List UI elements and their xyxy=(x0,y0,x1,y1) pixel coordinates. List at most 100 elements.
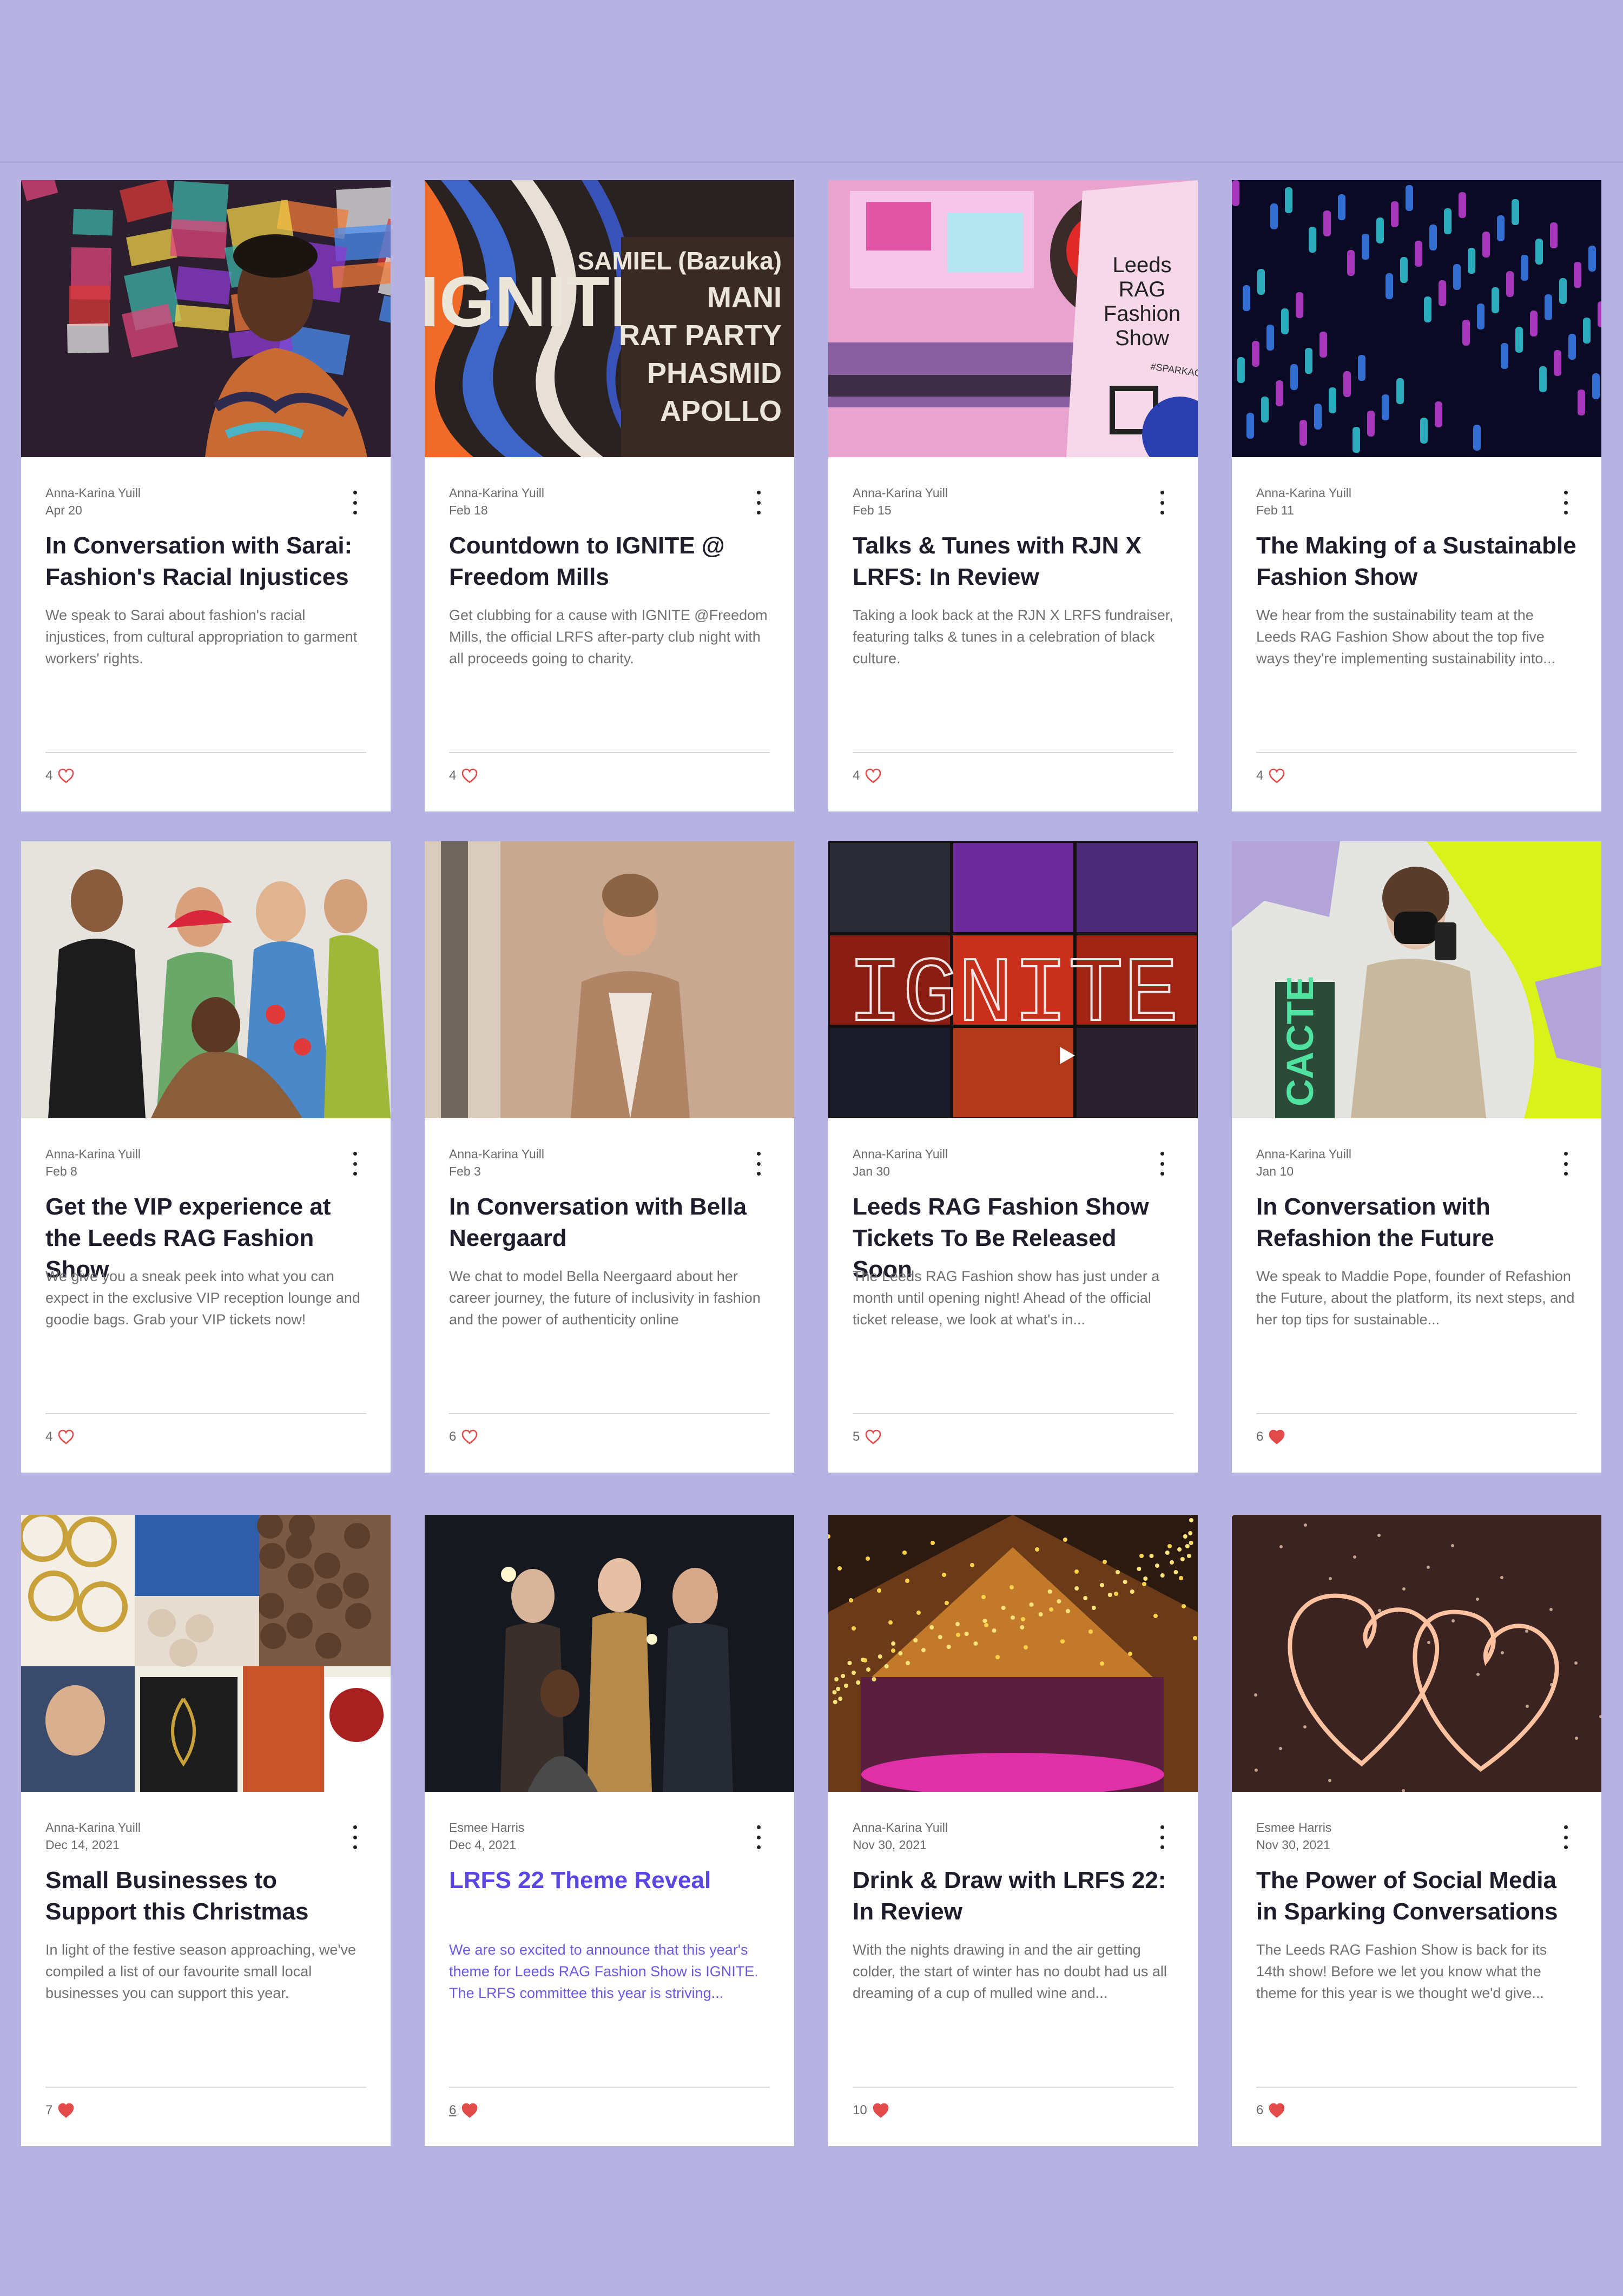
post-title[interactable]: In Conversation with Refashion the Futur… xyxy=(1256,1191,1577,1254)
heart-outline-icon[interactable] xyxy=(461,768,478,783)
post-cover-image[interactable]: Leeds RAG Fashion Show #SPARKACONVERSATION xyxy=(828,180,1198,457)
post-excerpt[interactable]: In light of the festive season approachi… xyxy=(45,1939,366,2004)
post-excerpt[interactable]: We speak to Sarai about fashion's racial… xyxy=(45,604,366,669)
more-actions-icon[interactable] xyxy=(1558,491,1574,514)
like-button[interactable]: 4 xyxy=(449,768,478,783)
card-divider xyxy=(1256,2087,1577,2088)
post-author[interactable]: Anna-Karina Yuill xyxy=(449,1145,544,1163)
heart-outline-icon[interactable] xyxy=(865,768,881,783)
post-meta: Esmee Harris Dec 4, 2021 xyxy=(449,1819,524,1853)
post-author[interactable]: Esmee Harris xyxy=(449,1819,524,1836)
post-card[interactable]: IGNITE SAMIEL (Bazuka) MANI RAT PARTY PHASMI… xyxy=(425,180,794,811)
post-excerpt[interactable]: We hear from the sustainability team at … xyxy=(1256,604,1577,669)
svg-text:SAMIEL (Bazuka): SAMIEL (Bazuka) xyxy=(578,247,782,275)
heart-filled-icon[interactable] xyxy=(1269,1429,1285,1444)
like-button[interactable]: 10 xyxy=(853,2103,889,2118)
post-author[interactable]: Anna-Karina Yuill xyxy=(853,1145,948,1163)
post-cover-image[interactable] xyxy=(21,180,391,457)
like-button[interactable]: 6 xyxy=(1256,2103,1285,2118)
post-card[interactable]: Anna-Karina Yuill Dec 14, 2021 Small Bus… xyxy=(21,1515,391,2146)
post-title[interactable]: In Conversation with Sarai: Fashion's Ra… xyxy=(45,530,366,593)
post-card[interactable]: Anna-Karina Yuill Feb 11 The Making of a… xyxy=(1232,180,1601,811)
post-excerpt[interactable]: We chat to model Bella Neergaard about h… xyxy=(449,1265,770,1330)
post-card[interactable]: Anna-Karina Yuill Apr 20 In Conversation… xyxy=(21,180,391,811)
post-cover-image[interactable] xyxy=(21,1515,391,1792)
post-author[interactable]: Anna-Karina Yuill xyxy=(45,1819,141,1836)
post-date: Jan 10 xyxy=(1256,1164,1294,1178)
post-excerpt[interactable]: With the nights drawing in and the air g… xyxy=(853,1939,1173,2004)
post-card[interactable]: Esmee Harris Dec 4, 2021 LRFS 22 Theme R… xyxy=(425,1515,794,2146)
post-author[interactable]: Anna-Karina Yuill xyxy=(1256,1145,1351,1163)
post-card-body: Anna-Karina Yuill Feb 11 The Making of a… xyxy=(1256,457,1577,811)
post-meta: Anna-Karina Yuill Feb 11 xyxy=(1256,484,1351,519)
post-cover-image[interactable] xyxy=(1232,1515,1601,1792)
post-title[interactable]: Small Businesses to Support this Christm… xyxy=(45,1865,366,1928)
post-cover-image[interactable] xyxy=(828,1515,1198,1792)
post-author[interactable]: Anna-Karina Yuill xyxy=(449,484,544,502)
heart-outline-icon[interactable] xyxy=(58,768,74,783)
post-author[interactable]: Esmee Harris xyxy=(1256,1819,1331,1836)
like-button[interactable]: 5 xyxy=(853,1429,881,1444)
more-actions-icon[interactable] xyxy=(750,491,767,514)
more-actions-icon[interactable] xyxy=(347,1825,363,1849)
more-actions-icon[interactable] xyxy=(750,1152,767,1176)
post-card[interactable]: Anna-Karina Yuill Feb 8 Get the VIP expe… xyxy=(21,841,391,1473)
more-actions-icon[interactable] xyxy=(750,1825,767,1849)
post-title[interactable]: Countdown to IGNITE @ Freedom Mills xyxy=(449,530,770,593)
post-cover-image[interactable] xyxy=(425,1515,794,1792)
post-excerpt[interactable]: Taking a look back at the RJN X LRFS fun… xyxy=(853,604,1173,669)
post-title[interactable]: The Making of a Sustainable Fashion Show xyxy=(1256,530,1577,593)
like-button[interactable]: 6 xyxy=(449,1429,478,1444)
like-button[interactable]: 4 xyxy=(853,768,881,783)
post-card[interactable]: IGNITE Anna-Karina Yuill Jan 30 Leeds RA… xyxy=(828,841,1198,1473)
post-cover-image[interactable] xyxy=(21,841,391,1118)
post-title[interactable]: In Conversation with Bella Neergaard xyxy=(449,1191,770,1254)
more-actions-icon[interactable] xyxy=(1154,1825,1170,1849)
heart-outline-icon[interactable] xyxy=(461,1429,478,1444)
post-title[interactable]: The Power of Social Media in Sparking Co… xyxy=(1256,1865,1577,1928)
more-actions-icon[interactable] xyxy=(1154,1152,1170,1176)
post-card[interactable]: Esmee Harris Nov 30, 2021 The Power of S… xyxy=(1232,1515,1601,2146)
heart-outline-icon[interactable] xyxy=(1269,768,1285,783)
more-actions-icon[interactable] xyxy=(347,491,363,514)
like-button[interactable]: 7 xyxy=(45,2103,74,2118)
post-author[interactable]: Anna-Karina Yuill xyxy=(853,484,948,502)
post-title[interactable]: Drink & Draw with LRFS 22: In Review xyxy=(853,1865,1173,1928)
post-cover-image[interactable] xyxy=(1232,180,1601,457)
more-actions-icon[interactable] xyxy=(1154,491,1170,514)
heart-outline-icon[interactable] xyxy=(58,1429,74,1444)
like-button[interactable]: 6 xyxy=(1256,1429,1285,1444)
post-excerpt[interactable]: The Leeds RAG Fashion show has just unde… xyxy=(853,1265,1173,1330)
more-actions-icon[interactable] xyxy=(1558,1825,1574,1849)
post-title[interactable]: LRFS 22 Theme Reveal xyxy=(449,1865,770,1896)
post-title[interactable]: Talks & Tunes with RJN X LRFS: In Review xyxy=(853,530,1173,593)
post-author[interactable]: Anna-Karina Yuill xyxy=(45,1145,141,1163)
post-card[interactable]: Anna-Karina Yuill Nov 30, 2021 Drink & D… xyxy=(828,1515,1198,2146)
heart-filled-icon[interactable] xyxy=(58,2103,74,2118)
like-button[interactable]: 4 xyxy=(1256,768,1285,783)
post-card[interactable]: Leeds RAG Fashion Show #SPARKACONVERSATION A… xyxy=(828,180,1198,811)
post-cover-image[interactable] xyxy=(425,841,794,1118)
heart-filled-icon[interactable] xyxy=(1269,2103,1285,2118)
post-author[interactable]: Anna-Karina Yuill xyxy=(45,484,141,502)
post-excerpt[interactable]: Get clubbing for a cause with IGNITE @Fr… xyxy=(449,604,770,669)
post-excerpt[interactable]: The Leeds RAG Fashion Show is back for i… xyxy=(1256,1939,1577,2004)
heart-filled-icon[interactable] xyxy=(461,2103,478,2118)
like-button[interactable]: 4 xyxy=(45,1429,74,1444)
post-card[interactable]: Anna-Karina Yuill Feb 3 In Conversation … xyxy=(425,841,794,1473)
post-cover-image[interactable]: IGNITE SAMIEL (Bazuka) MANI RAT PARTY PHASMI… xyxy=(425,180,794,457)
more-actions-icon[interactable] xyxy=(347,1152,363,1176)
post-author[interactable]: Anna-Karina Yuill xyxy=(1256,484,1351,502)
post-card[interactable]: CACTE Anna-Karina Yuill Jan 10 In Conver… xyxy=(1232,841,1601,1473)
like-button[interactable]: 6 xyxy=(449,2103,478,2118)
post-author[interactable]: Anna-Karina Yuill xyxy=(853,1819,948,1836)
post-excerpt[interactable]: We give you a sneak peek into what you c… xyxy=(45,1265,366,1330)
post-cover-image[interactable]: CACTE xyxy=(1232,841,1601,1118)
post-cover-image[interactable]: IGNITE xyxy=(828,841,1198,1118)
post-excerpt[interactable]: We speak to Maddie Pope, founder of Refa… xyxy=(1256,1265,1577,1330)
heart-outline-icon[interactable] xyxy=(865,1429,881,1444)
post-excerpt[interactable]: We are so excited to announce that this … xyxy=(449,1939,770,2004)
more-actions-icon[interactable] xyxy=(1558,1152,1574,1176)
heart-filled-icon[interactable] xyxy=(873,2103,889,2118)
like-button[interactable]: 4 xyxy=(45,768,74,783)
